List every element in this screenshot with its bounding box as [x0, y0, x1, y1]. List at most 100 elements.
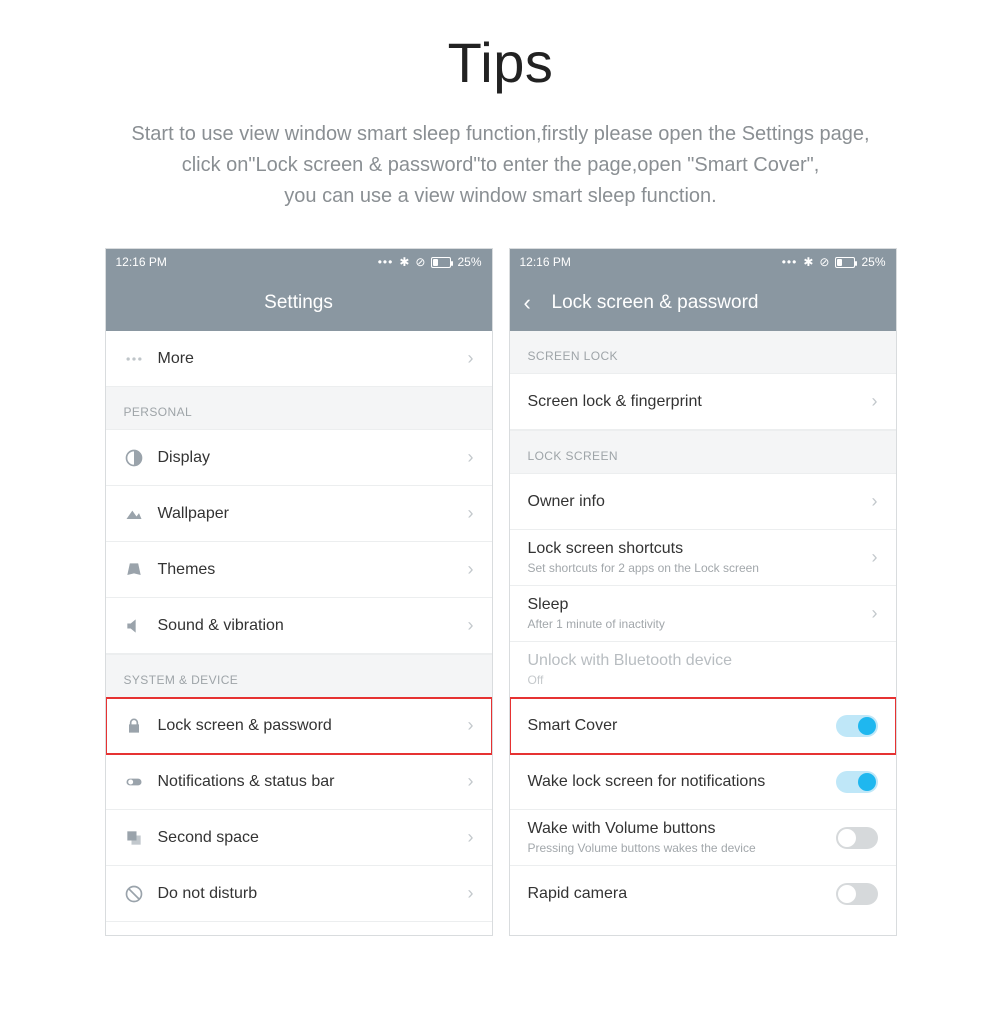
lock-icon [124, 716, 158, 736]
row-smart-cover[interactable]: Smart Cover [510, 698, 896, 754]
row-more[interactable]: More › [106, 331, 492, 387]
dnd-icon [124, 884, 158, 904]
row-wake-volume[interactable]: Wake with Volume buttons Pressing Volume… [510, 810, 896, 866]
row-rapid-camera[interactable]: Rapid camera [510, 866, 896, 922]
row-themes[interactable]: Themes › [106, 542, 492, 598]
settings-list[interactable]: More › PERSONAL Display › Wallpaper › [106, 331, 492, 935]
row-sublabel: Pressing Volume buttons wakes the device [528, 841, 836, 855]
page-title: Tips [0, 30, 1001, 95]
dnd-icon: ⊘ [415, 255, 425, 269]
back-icon[interactable]: ‹ [524, 292, 531, 314]
row-wake-notifications[interactable]: Wake lock screen for notifications [510, 754, 896, 810]
chevron-right-icon: › [468, 883, 474, 904]
row-label: Second space [158, 829, 468, 847]
row-label: Wake with Volume buttons [528, 820, 836, 838]
row-label: Owner info [528, 493, 872, 511]
row-label: Unlock with Bluetooth device [528, 652, 878, 670]
chevron-right-icon: › [468, 447, 474, 468]
row-display[interactable]: Display › [106, 430, 492, 486]
chevron-right-icon: › [468, 827, 474, 848]
row-label: Display [158, 449, 468, 467]
row-label: Sleep [528, 596, 872, 614]
section-screen-lock: SCREEN LOCK [510, 331, 896, 374]
bluetooth-icon: ✱ [399, 255, 409, 269]
battery-icon [835, 257, 855, 268]
status-time: 12:16 PM [520, 255, 571, 269]
second-space-icon [124, 828, 158, 848]
status-icons: ••• ✱ ⊘ 25% [378, 255, 482, 269]
more-icon: ••• [378, 255, 394, 269]
row-label: Sound & vibration [158, 617, 468, 635]
notifications-icon [124, 772, 158, 792]
more-icon: ••• [782, 255, 798, 269]
titlebar-lockscreen: ‹ Lock screen & password [510, 275, 896, 331]
sound-icon [124, 616, 158, 636]
row-owner-info[interactable]: Owner info › [510, 474, 896, 530]
toggle-smart-cover[interactable] [836, 715, 878, 737]
titlebar-label: Settings [264, 292, 333, 314]
chevron-right-icon: › [872, 391, 878, 412]
intro-text: Start to use view window smart sleep fun… [0, 119, 1001, 212]
row-label: Wake lock screen for notifications [528, 773, 836, 791]
status-icons: ••• ✱ ⊘ 25% [782, 255, 886, 269]
intro-line: Start to use view window smart sleep fun… [0, 119, 1001, 150]
row-screen-lock-fingerprint[interactable]: Screen lock & fingerprint › [510, 374, 896, 430]
section-lock-screen: LOCK SCREEN [510, 430, 896, 474]
row-label: Do not disturb [158, 885, 468, 903]
chevron-right-icon: › [468, 615, 474, 636]
row-sublabel: Set shortcuts for 2 apps on the Lock scr… [528, 561, 872, 575]
row-unlock-bluetooth: Unlock with Bluetooth device Off [510, 642, 896, 698]
toggle-wake-notifications[interactable] [836, 771, 878, 793]
battery-icon [431, 257, 451, 268]
chevron-right-icon: › [468, 348, 474, 369]
row-label: Themes [158, 561, 468, 579]
row-sleep[interactable]: Sleep After 1 minute of inactivity › [510, 586, 896, 642]
row-label: More [158, 350, 468, 368]
status-bar: 12:16 PM ••• ✱ ⊘ 25% [106, 249, 492, 275]
titlebar-label: Lock screen & password [552, 292, 759, 314]
dnd-icon: ⊘ [819, 255, 829, 269]
toggle-rapid-camera[interactable] [836, 883, 878, 905]
screenshot-settings: 12:16 PM ••• ✱ ⊘ 25% Settings More › PER… [105, 248, 493, 936]
chevron-right-icon: › [468, 715, 474, 736]
row-label: Rapid camera [528, 885, 836, 903]
chevron-right-icon: › [872, 547, 878, 568]
status-bar: 12:16 PM ••• ✱ ⊘ 25% [510, 249, 896, 275]
row-label: Smart Cover [528, 717, 836, 735]
display-icon [124, 448, 158, 468]
row-label: Wallpaper [158, 505, 468, 523]
titlebar-settings: Settings [106, 275, 492, 331]
section-personal: PERSONAL [106, 387, 492, 430]
screenshot-lockscreen: 12:16 PM ••• ✱ ⊘ 25% ‹ Lock screen & pas… [509, 248, 897, 936]
chevron-right-icon: › [468, 771, 474, 792]
row-battery[interactable]: Battery & performance › [106, 922, 492, 935]
row-lock-screen-password[interactable]: Lock screen & password › [106, 698, 492, 754]
bluetooth-icon: ✱ [803, 255, 813, 269]
row-label: Notifications & status bar [158, 773, 468, 791]
chevron-right-icon: › [468, 503, 474, 524]
battery-percent: 25% [457, 255, 481, 269]
row-sublabel: Off [528, 673, 878, 687]
lockscreen-list[interactable]: SCREEN LOCK Screen lock & fingerprint › … [510, 331, 896, 935]
themes-icon [124, 560, 158, 580]
section-system: SYSTEM & DEVICE [106, 654, 492, 698]
battery-percent: 25% [861, 255, 885, 269]
row-do-not-disturb[interactable]: Do not disturb › [106, 866, 492, 922]
chevron-right-icon: › [872, 491, 878, 512]
row-wallpaper[interactable]: Wallpaper › [106, 486, 492, 542]
row-notifications[interactable]: Notifications & status bar › [106, 754, 492, 810]
more-dots-icon [124, 349, 158, 369]
row-second-space[interactable]: Second space › [106, 810, 492, 866]
row-sublabel: After 1 minute of inactivity [528, 617, 872, 631]
row-label: Lock screen shortcuts [528, 540, 872, 558]
toggle-wake-volume[interactable] [836, 827, 878, 849]
intro-line: click on"Lock screen & password"to enter… [0, 150, 1001, 181]
row-lock-shortcuts[interactable]: Lock screen shortcuts Set shortcuts for … [510, 530, 896, 586]
status-time: 12:16 PM [116, 255, 167, 269]
chevron-right-icon: › [468, 559, 474, 580]
intro-line: you can use a view window smart sleep fu… [0, 181, 1001, 212]
row-sound[interactable]: Sound & vibration › [106, 598, 492, 654]
wallpaper-icon [124, 504, 158, 524]
row-label: Lock screen & password [158, 717, 468, 735]
chevron-right-icon: › [872, 603, 878, 624]
